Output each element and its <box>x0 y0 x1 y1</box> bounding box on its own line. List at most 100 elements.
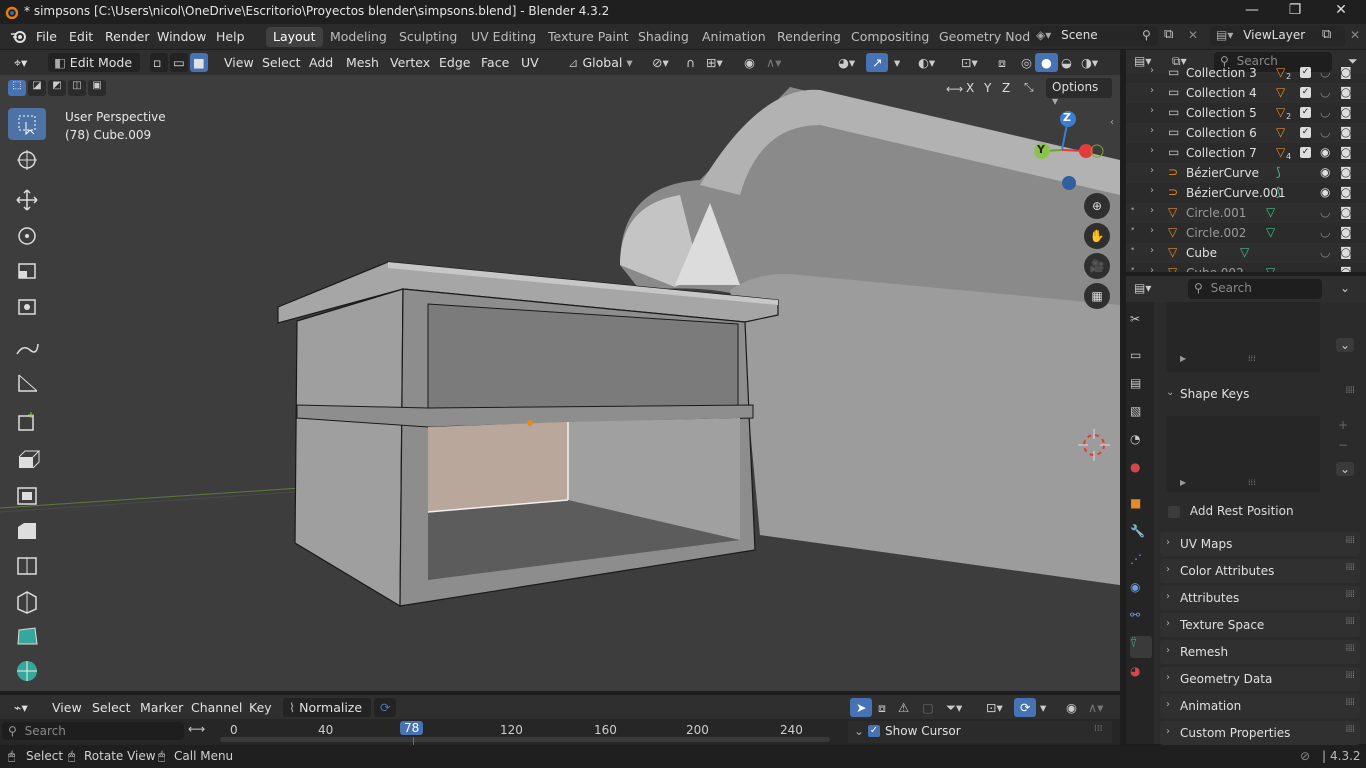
checkbox-checked-icon[interactable]: ✓ <box>1300 127 1311 138</box>
face-select-icon[interactable]: ■ <box>190 53 208 72</box>
checkbox-icon[interactable] <box>1168 505 1180 518</box>
panel-texture-space[interactable]: › Texture Space ⁞⁞⁞⁞ <box>1160 613 1360 637</box>
camera-icon[interactable]: ◙ <box>1340 85 1352 99</box>
camera-icon[interactable]: ◙ <box>1340 165 1352 179</box>
panel-animation[interactable]: › Animation ⁞⁞⁞⁞ <box>1160 694 1360 718</box>
snap-target-icon[interactable]: ⊞▾ <box>700 53 729 72</box>
measure-tool[interactable] <box>8 367 46 399</box>
show-cursor-panel[interactable]: ⌄ ✓ Show Cursor ⁞⁞⁞ <box>848 721 1112 743</box>
gizmo-toggle-icon[interactable]: ↗ <box>866 53 889 72</box>
expand-chevron-icon[interactable]: › <box>1150 265 1154 272</box>
expand-chevron-icon[interactable]: › <box>1150 85 1154 96</box>
timeline-menu-key[interactable]: Key <box>243 698 278 717</box>
workspace-tab-uv-editing[interactable]: UV Editing <box>464 27 543 47</box>
menu-uv[interactable]: UV <box>515 53 545 72</box>
vertex-select-icon[interactable]: ▫ <box>150 53 168 72</box>
material-tab-icon[interactable]: ◕ <box>1130 664 1152 686</box>
zoom-icon[interactable]: ⊕ <box>1084 193 1110 219</box>
camera-view-icon[interactable]: 🎥 <box>1084 253 1110 279</box>
close-button[interactable]: ✕ <box>1321 2 1361 18</box>
mirror-icon[interactable]: ⟷ <box>946 82 963 96</box>
panel-geometry-data[interactable]: › Geometry Data ⁞⁞⁞⁞ <box>1160 667 1360 691</box>
eye-icon[interactable]: ◉ <box>1320 165 1330 179</box>
checkbox-checked-icon[interactable]: ✓ <box>1300 67 1311 78</box>
eye-closed-icon[interactable]: ◡ <box>1320 85 1330 99</box>
pivot-point-icon[interactable]: ⊘▾ <box>646 53 675 72</box>
scene-selector[interactable]: ◈▾ Scene <box>1030 26 1158 46</box>
poly-build-tool[interactable] <box>8 620 46 652</box>
outliner-item[interactable]: • › ▽ Cube ▽ ◡ ◙ <box>1126 243 1366 263</box>
constraints-tab-icon[interactable]: ⚯ <box>1130 608 1152 630</box>
options-button[interactable]: Options ▾ <box>1046 78 1112 108</box>
sidebar-toggle-icon[interactable]: ‹ <box>1110 117 1114 128</box>
3d-viewport[interactable]: ⬚ ◪ ◩ ◫ ▣ Z Y User Perspective (78) Cube… <box>0 75 1120 691</box>
eye-icon[interactable]: ◉ <box>1320 185 1330 199</box>
world-tab-icon[interactable]: ● <box>1130 460 1152 482</box>
visibility-icon[interactable]: ◕▾ <box>832 53 861 72</box>
camera-icon[interactable]: ◙ <box>1340 265 1352 272</box>
resize-grip-icon[interactable]: ⁞⁞⁞ <box>1248 478 1256 487</box>
drag-handle-icon[interactable]: ⁞⁞⁞⁞ <box>1345 670 1355 681</box>
outliner-item[interactable]: › ⊃ BézierCurve ⟆ ◉ ◙ <box>1126 163 1366 183</box>
workspace-tab-texture-paint[interactable]: Texture Paint <box>541 27 636 47</box>
pin-icon[interactable]: ⚲ <box>1142 28 1151 42</box>
expand-chevron-icon[interactable]: › <box>1150 225 1154 236</box>
edge-select-icon[interactable]: ▭ <box>170 53 188 72</box>
select-box-tool[interactable] <box>8 108 46 140</box>
physics-tab-icon[interactable]: ◉ <box>1130 580 1152 602</box>
eye-closed-icon[interactable]: ◡ <box>1320 265 1330 272</box>
menu-face[interactable]: Face <box>475 53 515 72</box>
object-tab-icon[interactable]: ■ <box>1130 496 1152 518</box>
eye-closed-icon[interactable]: ◡ <box>1320 105 1330 119</box>
rotate-tool[interactable] <box>8 220 46 252</box>
panel-custom-properties[interactable]: › Custom Properties ⁞⁞⁞⁞ <box>1160 721 1360 745</box>
normalize-toggle[interactable]: ⌇ Normalize <box>283 698 371 717</box>
menu-window[interactable]: Window <box>157 29 206 44</box>
timeline-search-input[interactable]: ⚲ Search <box>2 722 184 740</box>
camera-icon[interactable]: ◙ <box>1340 185 1352 199</box>
mode-selector[interactable]: ◧ Edit Mode ▾ <box>48 53 140 85</box>
expand-chevron-icon[interactable]: › <box>1150 145 1154 156</box>
bevel-tool[interactable] <box>8 515 46 547</box>
editor-type-icon[interactable]: ▤▾ <box>1134 54 1151 68</box>
drag-handle-icon[interactable]: ⁞⁞⁞⁞ <box>1345 589 1355 600</box>
shape-keys-panel-header[interactable]: ⌄ Shape Keys ⁞⁞⁞⁞ <box>1160 382 1360 406</box>
outliner-item[interactable]: • › ▽ Circle.001 ▽ ◡ ◙ <box>1126 203 1366 223</box>
drag-handle-icon[interactable]: ⁞⁞⁞⁞ <box>1345 697 1355 708</box>
snap-icon[interactable]: ⊡▾ <box>980 698 1009 717</box>
camera-icon[interactable]: ◙ <box>1340 67 1352 79</box>
camera-icon[interactable]: ◙ <box>1340 145 1352 159</box>
checkbox-checked-icon[interactable]: ✓ <box>1300 87 1311 98</box>
drag-handle-icon[interactable]: ⁞⁞⁞⁞ <box>1345 616 1355 627</box>
expand-chevron-icon[interactable]: › <box>1150 205 1154 216</box>
drag-handle-icon[interactable]: ⁞⁞⁞⁞ <box>1345 535 1355 546</box>
eye-closed-icon[interactable]: ◡ <box>1320 245 1330 259</box>
perspective-toggle-icon[interactable]: ▦ <box>1084 283 1110 309</box>
show-hidden-icon[interactable]: ⧈ <box>872 698 892 717</box>
add-shape-key-icon[interactable]: + <box>1338 418 1348 432</box>
camera-icon[interactable]: ◙ <box>1340 105 1352 119</box>
eye-icon[interactable]: ◉ <box>1320 145 1330 159</box>
outliner-item[interactable]: › ▭ Collection 3 ▽ 2 ✓ ◡ ◙ <box>1126 67 1366 83</box>
expand-chevron-icon[interactable]: › <box>1150 165 1154 176</box>
data-tab-icon[interactable]: ⍢ <box>1130 636 1152 658</box>
menu-select[interactable]: Select <box>256 53 307 72</box>
expand-chevron-icon[interactable]: › <box>1150 105 1154 116</box>
timeline-menu-channel[interactable]: Channel <box>185 698 248 717</box>
checkbox-checked-icon[interactable]: ✓ <box>1300 107 1311 118</box>
camera-icon[interactable]: ◙ <box>1340 225 1352 239</box>
frame-ruler[interactable]: 0 40 120 160 200 240 78 <box>220 719 832 745</box>
knife-tool[interactable] <box>8 585 46 617</box>
axis-z-toggle[interactable]: Z <box>1002 81 1010 95</box>
workspace-tab-shading[interactable]: Shading <box>631 27 696 47</box>
properties-search-input[interactable]: ⚲ Search <box>1188 279 1322 299</box>
auto-normalize-icon[interactable]: ⟳ <box>374 698 397 717</box>
scene-tab-icon[interactable]: ◔ <box>1130 432 1152 454</box>
drag-handle-icon[interactable]: ⁞⁞⁞ <box>1094 724 1103 734</box>
xray-toggle-icon[interactable]: ⧈ <box>992 53 1012 72</box>
gizmo-y-label[interactable]: Y <box>1037 143 1045 156</box>
expand-icon[interactable]: ▶ <box>1180 478 1186 487</box>
timeline-menu-view[interactable]: View <box>46 698 88 717</box>
axis-y-toggle[interactable]: Y <box>984 81 991 95</box>
expand-chevron-icon[interactable]: › <box>1150 185 1154 196</box>
